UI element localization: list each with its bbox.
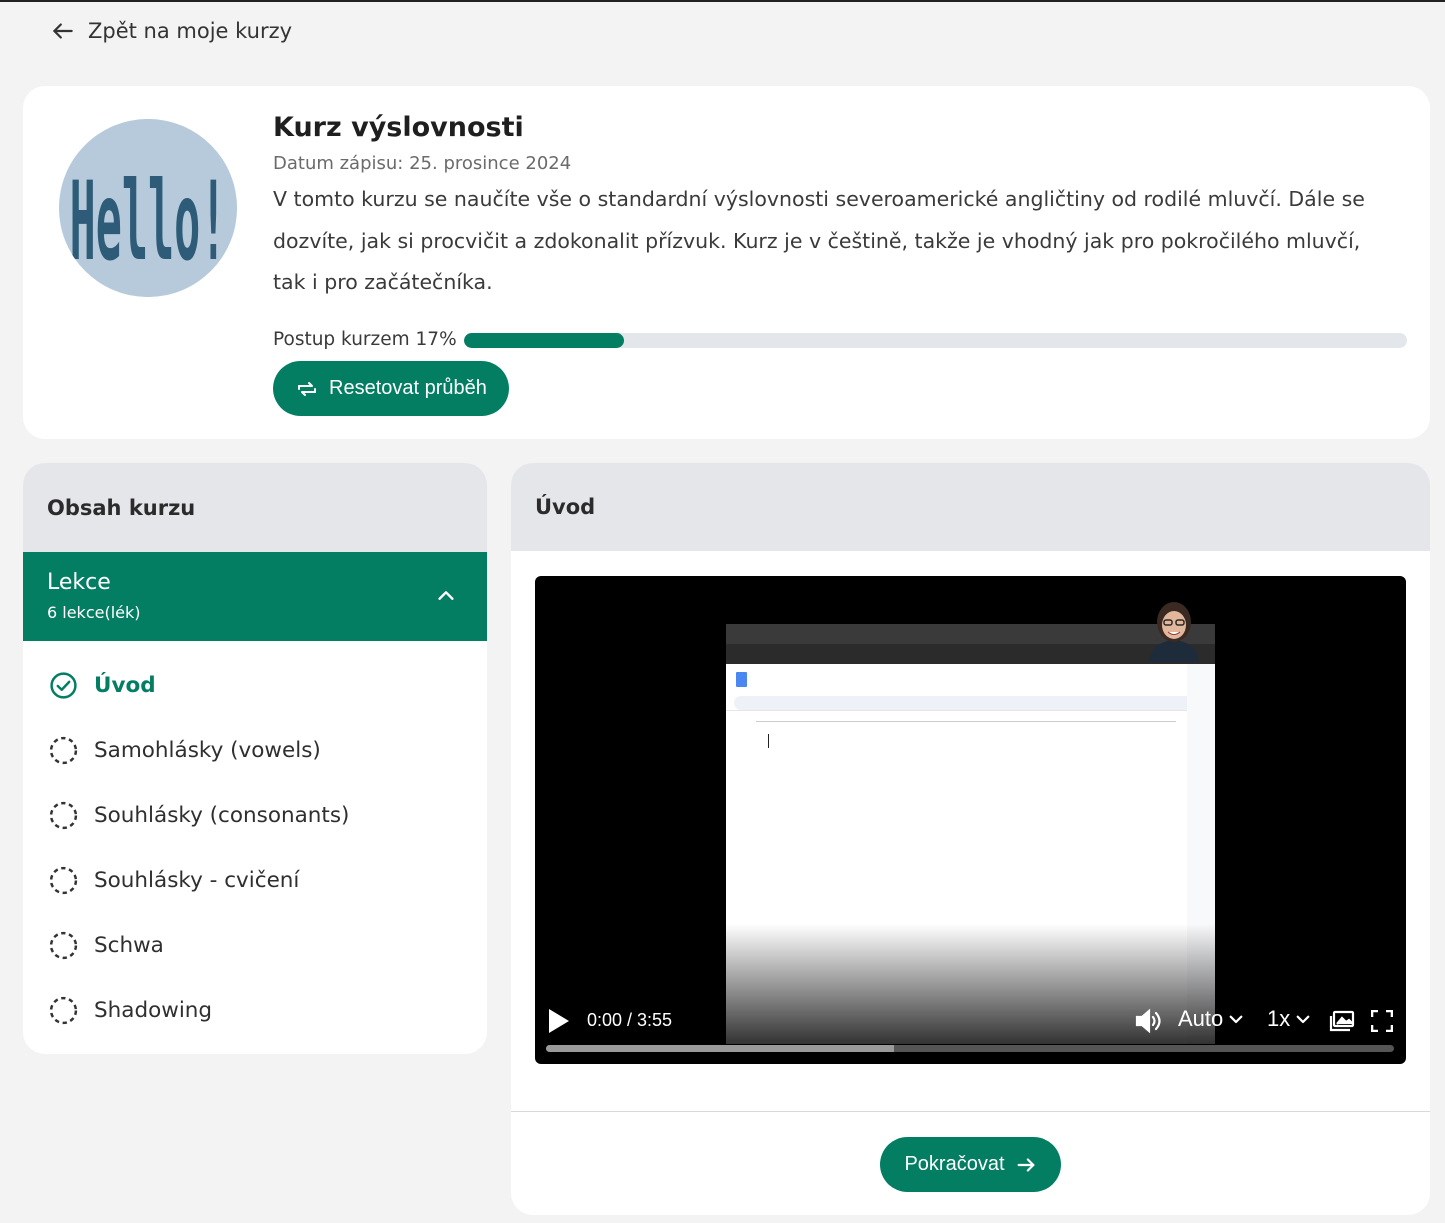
chevron-down-icon [1229,1015,1243,1024]
course-image: Hello! [59,119,237,297]
video-player[interactable]: 0:00 / 3:55 Auto 1x [535,576,1406,1064]
lesson-title: Souhlásky - cvičení [94,868,300,893]
check-circle-icon [50,672,77,699]
back-link[interactable]: Zpět na moje kurzy [50,18,292,44]
lesson-item[interactable]: Souhlásky - cvičení [23,848,487,913]
divider [511,1111,1430,1112]
video-frame-toolbar [734,696,1204,710]
top-border [0,0,1445,2]
video-seek-bar[interactable] [546,1045,1394,1052]
lesson-title: Schwa [94,933,164,958]
course-description: V tomto kurzu se naučíte vše o standardn… [273,187,1365,294]
dashed-circle-icon [49,866,78,895]
course-contents-heading: Obsah kurzu [23,463,487,552]
progress-bar-fill [464,333,625,348]
lessons-section-toggle[interactable]: Lekce 6 lekce(lék) [23,552,487,641]
lessons-count: 6 lekce(lék) [47,603,141,622]
chevron-down-icon [1296,1015,1310,1024]
reset-progress-button[interactable]: Resetovat průběh [273,361,509,416]
speed-selector[interactable]: 1x [1267,1006,1312,1032]
back-link-label: Zpět na moje kurzy [88,19,293,43]
picture-in-picture-icon[interactable] [1329,1010,1355,1032]
video-buffered-bar [546,1045,894,1052]
docs-icon [736,672,747,687]
progress-bar [464,333,1407,348]
chevron-up-icon [438,591,454,600]
lesson-item[interactable]: Schwa [23,913,487,978]
presenter-icon [1149,602,1199,662]
lesson-heading: Úvod [511,463,1430,551]
volume-icon[interactable] [1135,1008,1163,1034]
video-frame [726,624,1215,1044]
lesson-panel: Úvod 0:00 / 3:55 Auto 1x Pokračovat [511,463,1430,1215]
course-contents-panel: Obsah kurzu Lekce 6 lekce(lék) Úvod Samo… [23,463,487,1054]
lesson-title: Shadowing [94,998,213,1023]
video-frame-address-bar [726,644,1215,664]
dashed-circle-icon [49,931,78,960]
speed-value: 1x [1267,1006,1291,1031]
lesson-title: Souhlásky (consonants) [94,803,350,828]
arrow-right-icon [1017,1157,1034,1172]
play-icon[interactable] [547,1008,571,1034]
dashed-circle-icon [49,996,78,1025]
lessons-section-title: Lekce [47,570,111,595]
lesson-item[interactable]: Souhlásky (consonants) [23,783,487,848]
lesson-item[interactable]: Shadowing [23,978,487,1043]
lesson-list: Úvod Samohlásky (vowels) Souhlásky (cons… [23,641,487,1043]
fullscreen-icon[interactable] [1371,1010,1393,1032]
enrollment-date: Datum zápisu: 25. prosince 2024 [273,153,572,174]
dashed-circle-icon [49,801,78,830]
lesson-item[interactable]: Samohlásky (vowels) [23,718,487,783]
video-frame-browser-tabs [726,624,1215,644]
video-frame-ruler [756,717,1176,722]
reset-progress-label: Resetovat průběh [329,377,487,399]
continue-button[interactable]: Pokračovat [880,1137,1061,1192]
continue-label: Pokračovat [904,1153,1005,1175]
lesson-item[interactable]: Úvod [23,653,487,718]
lesson-title: Úvod [94,673,156,698]
course-image-text: Hello! [70,159,227,285]
dashed-circle-icon [49,736,78,765]
refresh-icon [298,381,317,396]
course-card: Hello! Kurz výslovnosti Datum zápisu: 25… [23,86,1430,439]
quality-selector[interactable]: Auto [1178,1006,1245,1032]
lesson-title: Samohlásky (vowels) [94,738,321,763]
quality-value: Auto [1178,1006,1224,1031]
arrow-left-icon [53,23,73,39]
course-title: Kurz výslovnosti [273,112,524,143]
text-cursor [768,734,769,748]
progress-label: Postup kurzem 17% [273,329,457,350]
video-time: 0:00 / 3:55 [587,1010,673,1030]
